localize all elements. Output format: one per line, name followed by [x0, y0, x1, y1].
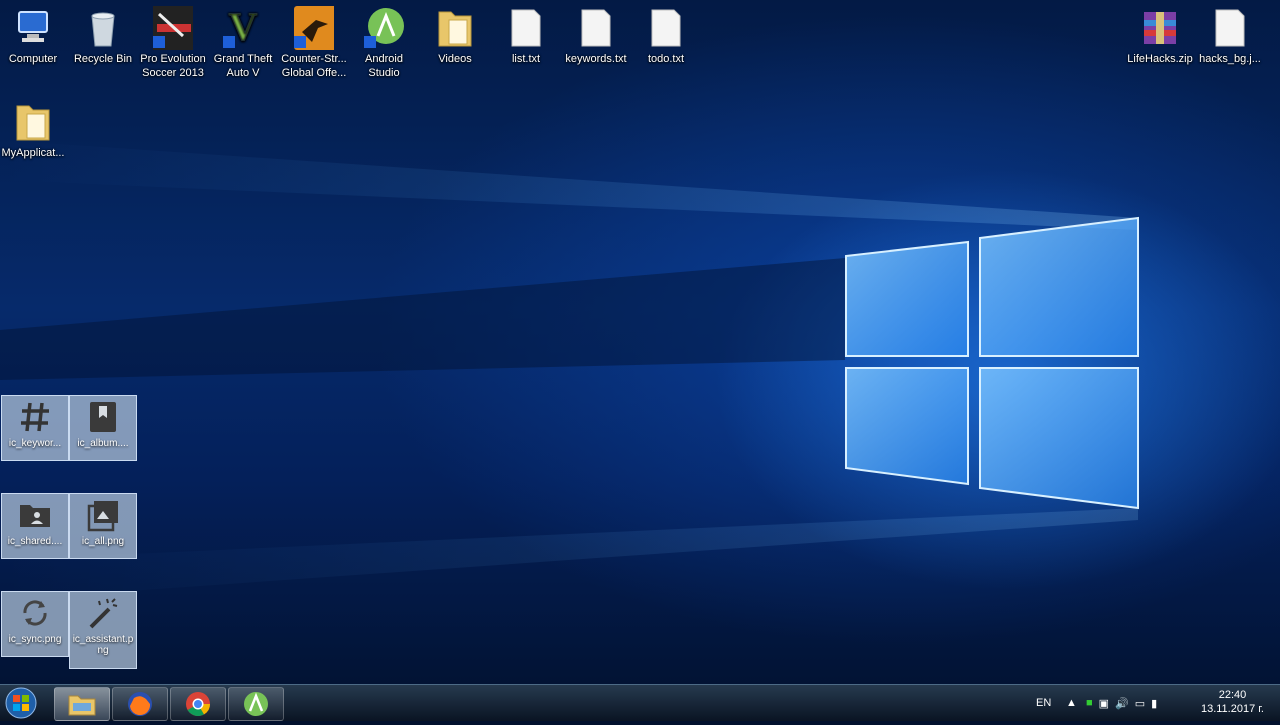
network-blocked-icon[interactable]: ▣ — [1099, 697, 1109, 710]
tray-icons: ■ ▣ 🔊 ▭ ▮ — [1086, 685, 1157, 721]
pes-game-icon — [153, 6, 197, 50]
csgo-desktop-icon[interactable]: Counter-Str... Global Offe... — [278, 6, 350, 80]
image-icon — [70, 494, 136, 536]
file-icon — [1210, 6, 1250, 50]
sync-icon — [2, 592, 68, 634]
tile-ic-keywords[interactable]: ic_keywor... — [1, 395, 69, 461]
folder-shared-icon — [2, 494, 68, 536]
hash-icon — [2, 396, 68, 438]
desktop: Computer Recycle Bin Pro Evolution Socce… — [0, 0, 1280, 684]
clock-date: 13.11.2017 г. — [1200, 703, 1264, 715]
taskbar-explorer-button[interactable] — [54, 687, 110, 721]
magic-wand-icon — [70, 592, 136, 634]
csgo-label: Counter-Str... Global Offe... — [281, 53, 347, 79]
tile-ic-all[interactable]: ic_all.png — [69, 493, 137, 559]
gta-desktop-icon[interactable]: V Grand Theft Auto V — [207, 4, 279, 80]
archive-icon — [1140, 6, 1180, 50]
volume-icon[interactable]: 🔊 — [1115, 697, 1129, 710]
text-file-icon — [576, 6, 616, 50]
chrome-icon — [186, 692, 210, 717]
tile-label: ic_sync.png — [8, 634, 62, 645]
computer-desktop-icon[interactable]: Computer — [0, 6, 69, 66]
list-txt-label: list.txt — [511, 53, 541, 65]
windows-logo-icon — [5, 687, 37, 719]
lifehacks-zip-desktop-icon[interactable]: LifeHacks.zip — [1124, 6, 1196, 66]
computer-label: Computer — [8, 53, 58, 65]
tile-ic-sync[interactable]: ic_sync.png — [1, 591, 69, 657]
explorer-icon — [68, 695, 96, 716]
android-studio-desktop-icon[interactable]: Android Studio — [348, 6, 420, 80]
videos-desktop-icon[interactable]: Videos — [419, 6, 491, 66]
tile-ic-shared[interactable]: ic_shared.... — [1, 493, 69, 559]
pes-desktop-icon[interactable]: Pro Evolution Soccer 2013 — [137, 6, 209, 80]
display-icon[interactable]: ▭ — [1135, 697, 1145, 710]
clock[interactable]: 22:40 13.11.2017 г. — [1201, 688, 1264, 716]
keywords-txt-desktop-icon[interactable]: keywords.txt — [560, 6, 632, 66]
taskbar-firefox-button[interactable] — [112, 687, 168, 721]
hacks-bg-desktop-icon[interactable]: hacks_bg.j... — [1194, 6, 1266, 66]
myapplication-desktop-icon[interactable]: MyApplicat... — [0, 100, 69, 160]
todo-txt-label: todo.txt — [647, 53, 685, 65]
folder-icon — [13, 100, 53, 144]
recycle-bin-icon — [83, 6, 123, 50]
lifehacks-zip-label: LifeHacks.zip — [1127, 53, 1193, 65]
keywords-txt-label: keywords.txt — [565, 53, 627, 65]
taskbar: EN ▲ ■ ▣ 🔊 ▭ ▮ 22:40 13.11.2017 г. — [0, 684, 1280, 721]
recycle-bin-desktop-icon[interactable]: Recycle Bin — [67, 6, 139, 66]
security-icon[interactable]: ■ — [1086, 697, 1093, 709]
bookmark-icon — [70, 396, 136, 438]
taskbar-chrome-button[interactable] — [170, 687, 226, 721]
todo-txt-desktop-icon[interactable]: todo.txt — [630, 6, 702, 66]
list-txt-desktop-icon[interactable]: list.txt — [490, 6, 562, 66]
android-studio-icon — [364, 6, 404, 50]
clock-time: 22:40 — [1218, 689, 1247, 701]
tile-label: ic_all.png — [81, 536, 125, 547]
csgo-icon — [294, 6, 338, 50]
tray-arrow-icon[interactable]: ▲ — [1066, 685, 1077, 721]
language-indicator[interactable]: EN — [1036, 685, 1051, 721]
myapplication-label: MyApplicat... — [1, 147, 65, 159]
folder-icon — [435, 6, 475, 50]
firefox-icon — [128, 692, 152, 716]
gta-label: Grand Theft Auto V — [213, 53, 273, 79]
android-studio-label: Android Studio — [365, 53, 403, 79]
recycle-bin-label: Recycle Bin — [73, 53, 133, 65]
pes-label: Pro Evolution Soccer 2013 — [140, 53, 206, 79]
gta-v-icon: V — [223, 4, 263, 50]
android-studio-icon — [244, 692, 268, 716]
tile-ic-album[interactable]: ic_album.... — [69, 395, 137, 461]
taskbar-android-studio-button[interactable] — [228, 687, 284, 721]
text-file-icon — [506, 6, 546, 50]
tile-label: ic_keywor... — [8, 438, 62, 449]
videos-label: Videos — [438, 53, 472, 65]
tile-ic-assistant[interactable]: ic_assistant.p ng — [69, 591, 137, 669]
text-file-icon — [646, 6, 686, 50]
computer-icon — [13, 6, 53, 50]
windows-logo-wallpaper — [0, 140, 1139, 600]
start-button[interactable] — [4, 686, 38, 720]
tile-label: ic_shared.... — [7, 536, 63, 547]
tile-label: ic_assistant.p ng — [72, 634, 134, 656]
hacks-bg-label: hacks_bg.j... — [1199, 53, 1261, 65]
tile-label: ic_album.... — [77, 438, 129, 449]
power-icon[interactable]: ▮ — [1151, 697, 1157, 710]
